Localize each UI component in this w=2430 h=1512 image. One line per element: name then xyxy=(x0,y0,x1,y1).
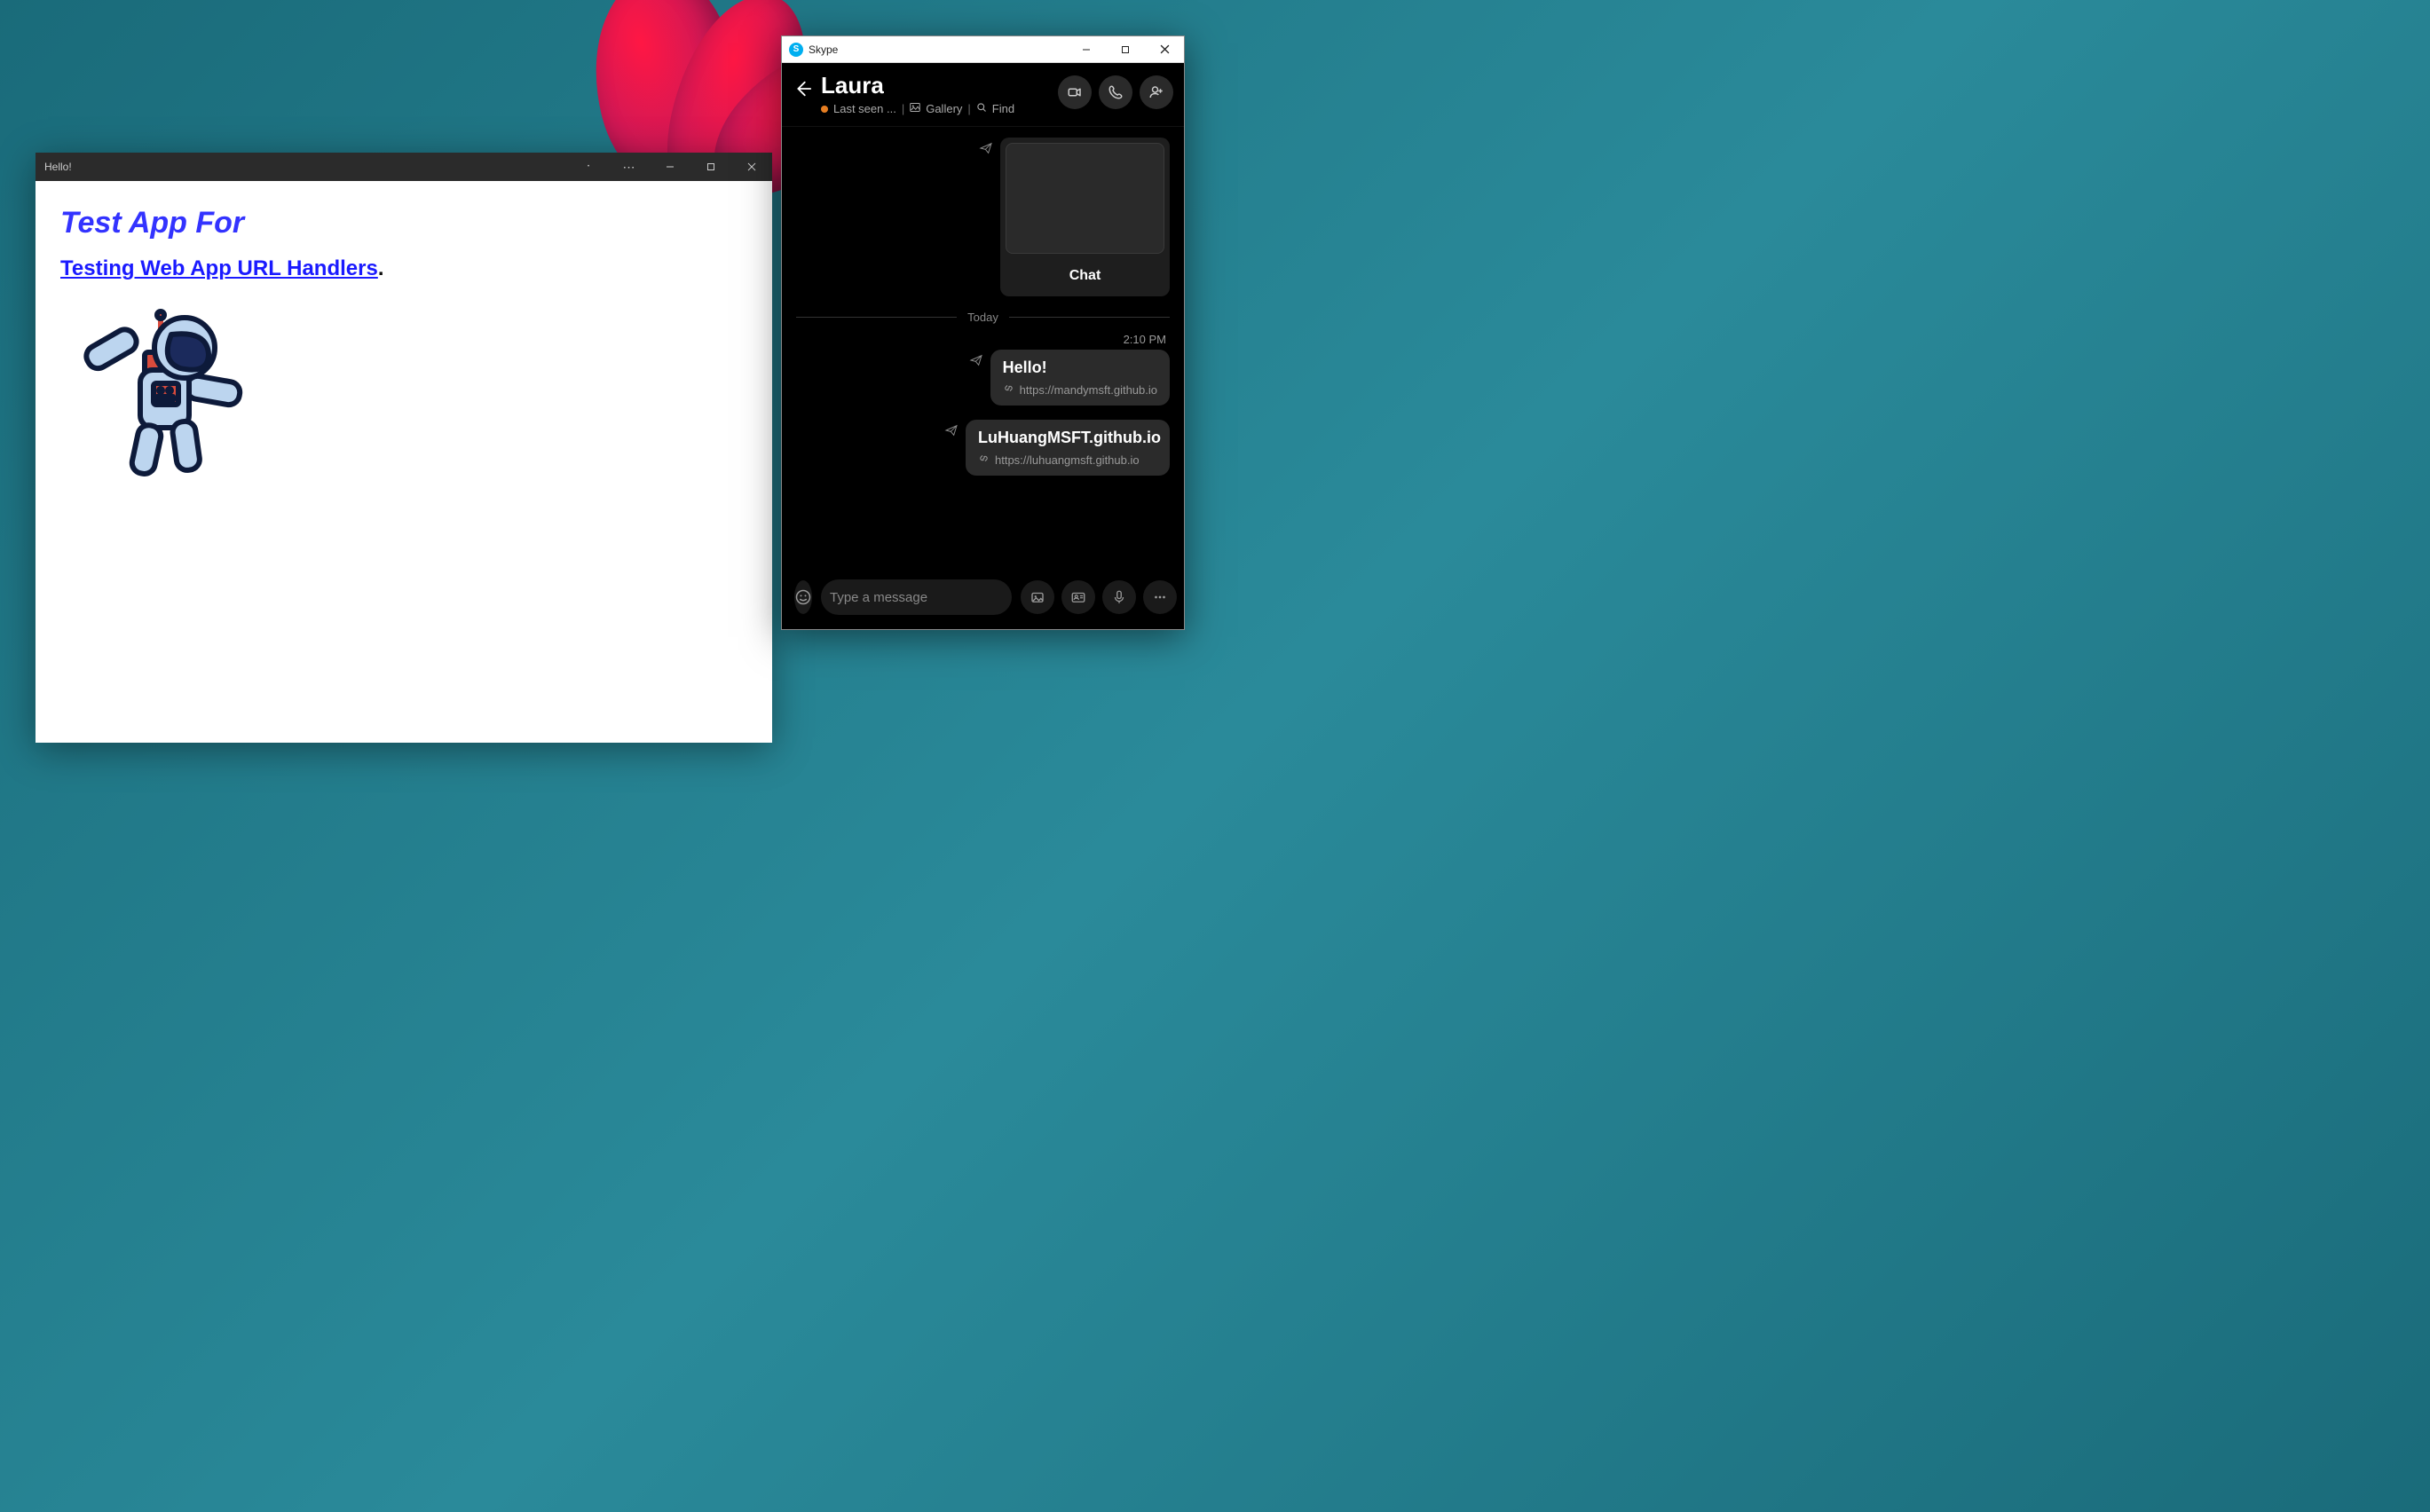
close-icon[interactable] xyxy=(731,153,772,181)
message-timestamp: 2:10 PM xyxy=(796,333,1166,346)
last-seen-text: Last seen ... xyxy=(833,102,896,115)
url-handlers-link[interactable]: Testing Web App URL Handlers xyxy=(60,256,378,280)
message-row: LuHuangMSFT.github.io https://luhuangmsf… xyxy=(796,420,1170,476)
send-file-button[interactable] xyxy=(1021,580,1054,614)
skype-logo-icon: S xyxy=(789,43,803,57)
app-subheading: Testing Web App URL Handlers. xyxy=(60,256,747,281)
pwa-window: Hello! • ⋯ Test App For Testing Web App … xyxy=(36,153,772,743)
pwa-window-title: Hello! xyxy=(44,161,72,173)
link-icon xyxy=(978,453,990,467)
link-icon xyxy=(1003,382,1014,397)
back-button[interactable] xyxy=(793,72,821,98)
skype-app-name: Skype xyxy=(809,43,838,56)
pwa-titlebar[interactable]: Hello! • ⋯ xyxy=(36,153,772,181)
message-link[interactable]: https://mandymsft.github.io xyxy=(1003,382,1157,397)
pwa-menu-dot[interactable]: • xyxy=(568,153,609,181)
share-card: Chat xyxy=(979,138,1170,296)
gallery-icon xyxy=(910,102,920,115)
conversation-header: Laura Last seen ... | Gallery | Find xyxy=(782,63,1184,127)
gallery-link[interactable]: Gallery xyxy=(926,102,962,115)
search-icon xyxy=(976,102,987,115)
message-composer xyxy=(782,571,1184,629)
maximize-icon[interactable] xyxy=(1106,36,1145,62)
app-heading: Test App For xyxy=(60,206,747,240)
more-options-button[interactable] xyxy=(1143,580,1177,614)
pwa-content: Test App For Testing Web App URL Handler… xyxy=(36,181,772,743)
emoji-button[interactable] xyxy=(794,580,812,614)
message-title: LuHuangMSFT.github.io xyxy=(978,429,1157,447)
maximize-icon[interactable] xyxy=(690,153,731,181)
minimize-icon[interactable] xyxy=(650,153,690,181)
contact-card-button[interactable] xyxy=(1061,580,1095,614)
conversation-body: Chat Today 2:10 PM Hello! https://mandym… xyxy=(782,127,1184,571)
presence-away-icon xyxy=(821,106,828,113)
sent-icon xyxy=(944,420,959,476)
message-bubble[interactable]: Hello! https://mandymsft.github.io xyxy=(990,350,1170,406)
minimize-icon[interactable] xyxy=(1067,36,1106,62)
add-people-button[interactable] xyxy=(1140,75,1173,109)
chat-button[interactable]: Chat xyxy=(1000,259,1170,296)
close-icon[interactable] xyxy=(1145,36,1184,62)
message-input-container xyxy=(821,579,1012,615)
find-link[interactable]: Find xyxy=(992,102,1014,115)
sent-icon xyxy=(979,138,993,296)
astronaut-image xyxy=(56,299,747,499)
subheading-suffix: . xyxy=(378,256,384,280)
date-divider: Today xyxy=(796,311,1170,324)
share-preview-thumbnail xyxy=(1006,143,1164,254)
more-icon[interactable]: ⋯ xyxy=(609,153,650,181)
message-bubble[interactable]: LuHuangMSFT.github.io https://luhuangmsf… xyxy=(966,420,1170,476)
message-row: Hello! https://mandymsft.github.io xyxy=(796,350,1170,406)
audio-call-button[interactable] xyxy=(1099,75,1132,109)
skype-titlebar[interactable]: S Skype xyxy=(782,36,1184,63)
message-input[interactable] xyxy=(830,590,1006,605)
contact-name[interactable]: Laura xyxy=(821,72,1058,99)
message-title: Hello! xyxy=(1003,358,1157,377)
message-link[interactable]: https://luhuangmsft.github.io xyxy=(978,453,1157,467)
video-call-button[interactable] xyxy=(1058,75,1092,109)
skype-window: S Skype Laura Last seen ... | xyxy=(781,35,1185,630)
voice-message-button[interactable] xyxy=(1102,580,1136,614)
sent-icon xyxy=(969,350,983,406)
